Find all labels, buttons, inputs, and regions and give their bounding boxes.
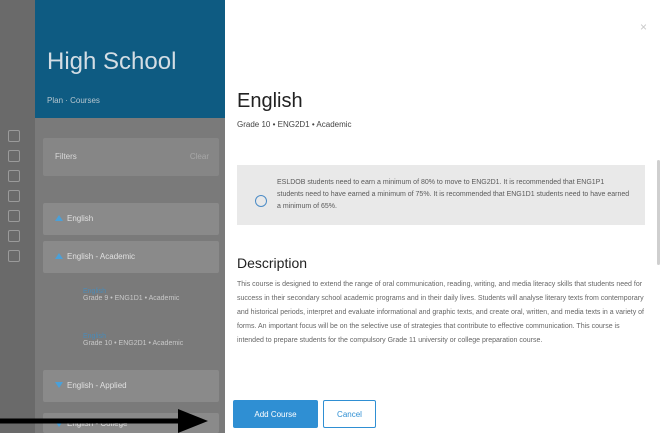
close-icon[interactable]: × [640, 20, 647, 34]
prerequisite-notice: ESLDOB students need to earn a minimum o… [237, 165, 645, 225]
group-label: English - Applied [67, 381, 127, 390]
description-heading: Description [237, 255, 308, 271]
nav-calendar-icon[interactable] [8, 150, 20, 162]
group-english-academic[interactable]: English - Academic [43, 241, 219, 273]
school-title: High School [47, 48, 177, 75]
course-item-sub: Grade 10 • ENG2D1 • Academic [83, 340, 184, 347]
group-english-applied[interactable]: English - Applied [43, 370, 219, 402]
nav-list-icon[interactable] [8, 170, 20, 182]
description-text: This course is designed to extend the ra… [237, 281, 645, 344]
course-item[interactable]: English Grade 10 • ENG2D1 • Academic [83, 333, 183, 347]
cancel-button[interactable]: Cancel [323, 400, 376, 428]
collapse-triangle-icon [55, 382, 63, 388]
nav-book-icon[interactable] [8, 190, 20, 202]
pointer-arrow-icon [0, 409, 208, 433]
notice-text: ESLDOB students need to earn a minimum o… [277, 179, 630, 210]
filters-label: Filters [55, 152, 77, 161]
course-item[interactable]: English Grade 9 • ENG1D1 • Academic [83, 288, 179, 302]
nav-chart-icon[interactable] [8, 230, 20, 242]
group-label: English [67, 214, 94, 223]
filters-clear[interactable]: Clear [190, 152, 209, 161]
filters-bar[interactable]: Filters Clear [43, 138, 219, 176]
nav-folder-icon[interactable] [8, 210, 20, 222]
breadcrumb[interactable]: Plan · Courses [47, 96, 100, 105]
course-filter-panel: Filters Clear English English - Academic… [35, 118, 225, 433]
left-nav-rail [0, 0, 35, 433]
school-header: High School Plan · Courses [35, 0, 225, 118]
course-title: English [237, 90, 303, 112]
group-english[interactable]: English [43, 203, 219, 235]
course-item-sub: Grade 9 • ENG1D1 • Academic [83, 295, 180, 302]
nav-settings-icon[interactable] [8, 250, 20, 262]
info-icon [255, 195, 267, 207]
expand-triangle-icon [55, 253, 63, 259]
course-item-title: English [83, 333, 106, 340]
expand-triangle-icon [55, 215, 63, 221]
add-course-button[interactable]: Add Course [233, 400, 318, 428]
nav-home-icon[interactable] [8, 130, 20, 142]
modal-scrollbar[interactable] [657, 160, 660, 265]
course-subtitle: Grade 10 • ENG2D1 • Academic [237, 120, 352, 129]
course-detail-modal: × English Grade 10 • ENG2D1 • Academic E… [225, 10, 660, 433]
group-label: English - Academic [67, 252, 136, 261]
course-item-title: English [83, 288, 106, 295]
